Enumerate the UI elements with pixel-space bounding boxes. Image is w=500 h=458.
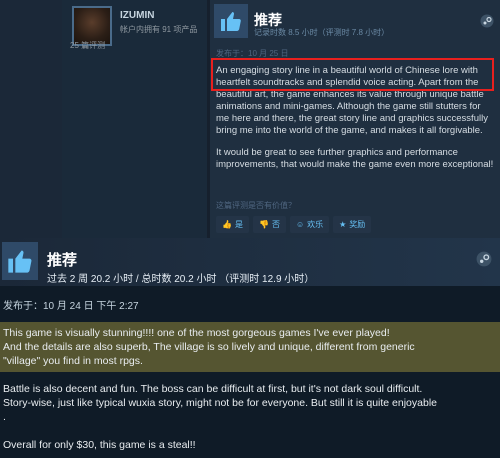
helpful-question: 这篇评测是否有价值？ (216, 201, 296, 210)
award-button[interactable]: ★ 奖励 (333, 216, 372, 233)
vote-no-button[interactable]: 👎 否 (252, 216, 286, 233)
review-body: This game is visually stunning!!!! one o… (3, 326, 497, 458)
review-paragraph: It would be great to see further graphic… (216, 147, 494, 170)
vote-label: 是 (234, 220, 243, 229)
review-card-bottom: 推荐 过去 2 周 20.2 小时 / 总时数 20.2 小时 （评测时 12.… (0, 238, 500, 458)
vote-yes-button[interactable]: 👍 是 (216, 216, 249, 233)
thumbs-down-icon: 👎 (258, 220, 269, 229)
thumbs-up-icon: 👍 (222, 220, 232, 229)
steam-logo-icon (480, 14, 494, 33)
review-line: Battle is also decent and fun. The boss … (3, 383, 423, 395)
review-screenshot: IZUMIN 帐户内拥有 91 项产品 25 篇评测 推荐 记录时数 8.5 小… (0, 0, 500, 458)
posted-date: 发布于：10 月 24 日 下午 2:27 (3, 301, 139, 312)
smile-icon: ☺ (295, 220, 305, 229)
review-paragraph: Overall for only $30, this game is a ste… (3, 438, 497, 452)
review-paragraph: Battle is also decent and fun. The boss … (3, 382, 497, 424)
review-header: 推荐 过去 2 周 20.2 小时 / 总时数 20.2 小时 （评测时 12.… (0, 238, 500, 286)
vote-label: 否 (271, 220, 280, 229)
award-icon: ★ (339, 220, 347, 229)
review-paragraph: This game is visually stunning!!!! one o… (3, 326, 497, 368)
review-line: Overall for only $30, this game is a ste… (3, 439, 196, 451)
review-content-top: 推荐 记录时数 8.5 小时（评测时 7.8 小时） 发布于：10 月 25 日… (210, 0, 500, 238)
review-count[interactable]: 25 篇评测 (70, 40, 105, 51)
steam-logo-icon (476, 251, 492, 272)
thumbs-up-icon (214, 4, 248, 38)
recommendation-title: 推荐 (47, 252, 78, 269)
posted-date: 发布于：10 月 25 日 (216, 49, 289, 58)
vote-label: 欢乐 (307, 220, 324, 229)
review-line: Story-wise, just like typical wuxia stor… (3, 397, 437, 409)
hours-played: 过去 2 周 20.2 小时 / 总时数 20.2 小时 （评测时 12.9 小… (47, 274, 315, 285)
author-name[interactable]: IZUMIN (120, 10, 154, 21)
review-line: . (3, 411, 6, 423)
vote-funny-button[interactable]: ☺ 欢乐 (289, 216, 330, 233)
owned-games-count[interactable]: 帐户内拥有 91 项产品 (120, 24, 197, 35)
review-paragraph: An engaging story line in a beautiful wo… (216, 65, 488, 136)
vote-buttons: 👍 是 👎 否 ☺ 欢乐 ★ 奖励 (216, 216, 372, 233)
review-line: And the details are also superb, The vil… (3, 341, 415, 353)
review-card-top: IZUMIN 帐户内拥有 91 项产品 25 篇评测 推荐 记录时数 8.5 小… (62, 0, 500, 238)
review-line: This game is visually stunning!!!! one o… (3, 327, 390, 339)
hours-played: 记录时数 8.5 小时（评测时 7.8 小时） (254, 28, 390, 37)
avatar[interactable] (74, 8, 110, 44)
review-line: "village" you find in most rpgs. (3, 355, 143, 367)
vote-label: 奖励 (349, 220, 366, 229)
thumbs-up-icon (2, 242, 38, 280)
author-panel: IZUMIN 帐户内拥有 91 项产品 25 篇评测 (62, 0, 207, 238)
review-body: An engaging story line in a beautiful wo… (216, 65, 496, 181)
